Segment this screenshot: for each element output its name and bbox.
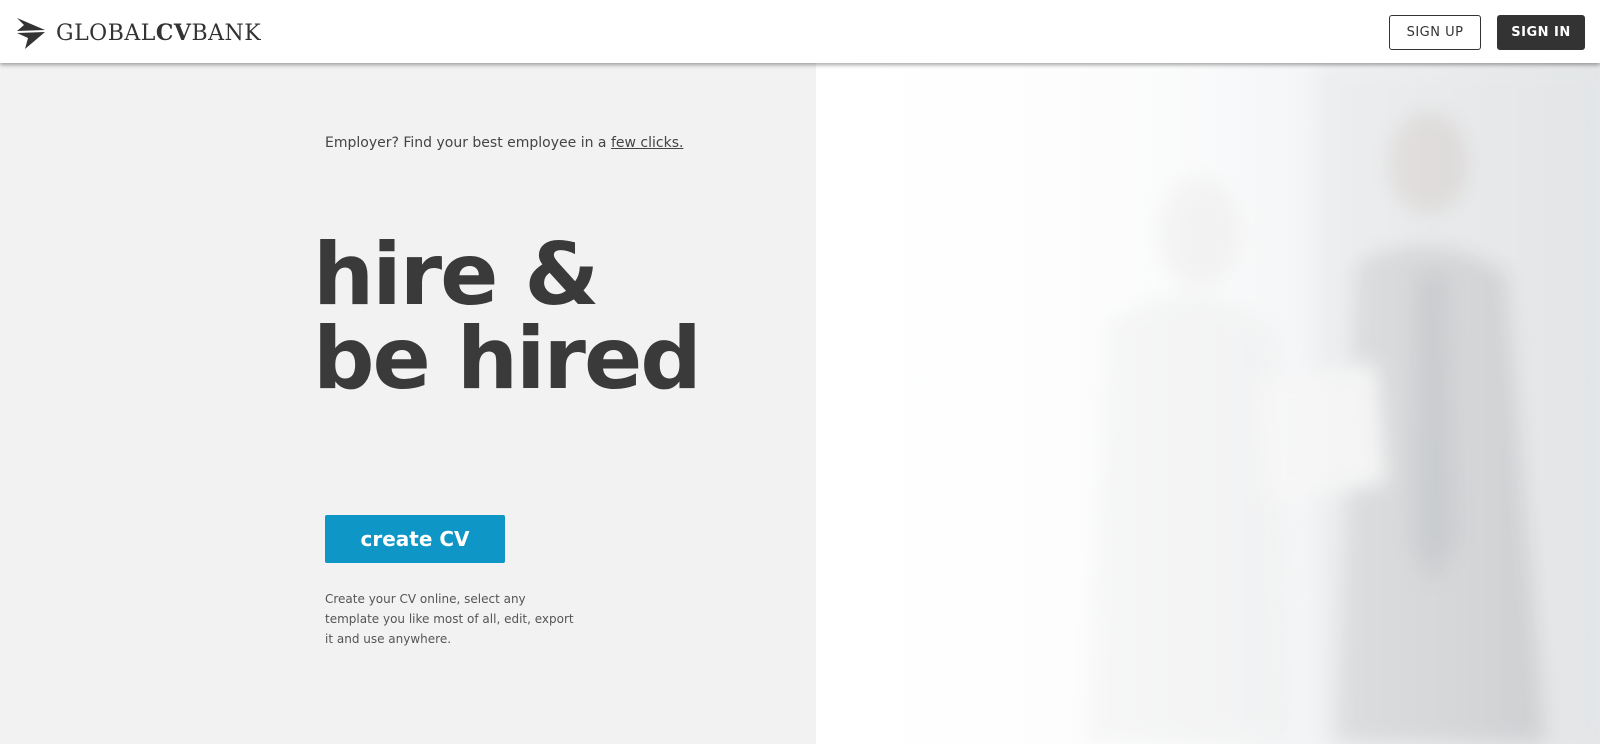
headline-line-1: hire & xyxy=(313,225,599,325)
headline-line-2: be hired xyxy=(313,309,702,409)
sign-up-button[interactable]: SIGN UP xyxy=(1389,15,1481,50)
few-clicks-link[interactable]: few clicks. xyxy=(611,135,683,151)
hero-headline: hire & be hired xyxy=(313,225,702,409)
brand-logo[interactable]: GLOBALCVBANK xyxy=(16,16,261,50)
top-navbar: GLOBALCVBANK SIGN UP SIGN IN xyxy=(0,0,1600,63)
paper-plane-icon xyxy=(17,18,45,49)
create-cv-button[interactable]: create CV xyxy=(325,515,505,563)
employer-tagline: Employer? Find your best employee in a f… xyxy=(325,135,684,151)
cta-description: Create your CV online, select any templa… xyxy=(325,592,574,646)
hero-left-panel: Employer? Find your best employee in a f… xyxy=(0,63,816,744)
sign-in-button[interactable]: SIGN IN xyxy=(1497,15,1585,50)
hero-photo xyxy=(816,63,1600,744)
business-people-photo xyxy=(816,63,1600,744)
brand-name: GLOBALCVBANK xyxy=(56,19,262,46)
